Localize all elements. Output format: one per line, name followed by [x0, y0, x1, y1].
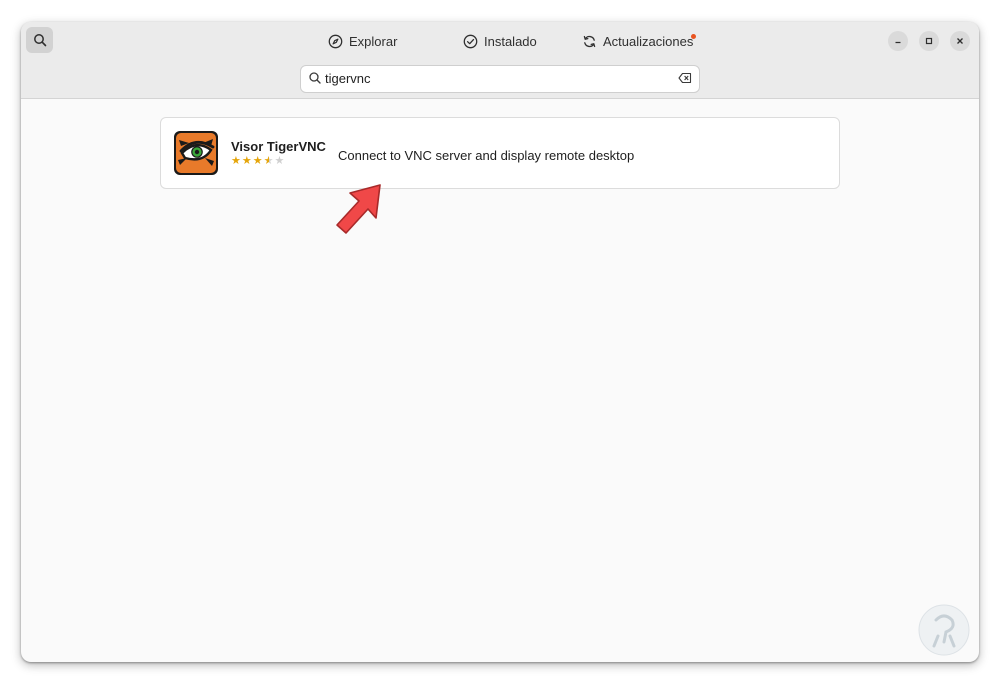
tab-instalado[interactable]: Instalado — [463, 30, 537, 52]
tab-label: Explorar — [349, 33, 398, 49]
check-circle-icon — [463, 34, 478, 49]
clear-text-icon[interactable] — [678, 72, 692, 84]
maximize-button[interactable] — [919, 31, 939, 51]
minimize-button[interactable] — [888, 31, 908, 51]
app-description: Connect to VNC server and display remote… — [338, 148, 635, 163]
tigervnc-app-icon — [174, 131, 218, 175]
pointer-arrow-icon — [336, 184, 381, 234]
close-button[interactable] — [950, 31, 970, 51]
compass-icon — [328, 34, 343, 49]
star-full-icon: ★ — [231, 155, 241, 167]
search-bar — [21, 60, 979, 99]
rating-stars: ★ ★ ★ ★ ★ — [231, 156, 284, 167]
software-window: Explorar Instalado Actualizaciones tiger… — [21, 22, 979, 662]
star-full-icon: ★ — [241, 155, 252, 167]
notification-dot — [691, 34, 696, 39]
view-switcher: Explorar Instalado Actualizaciones — [21, 22, 979, 60]
star-empty-icon: ★ — [274, 155, 285, 167]
minimize-icon — [895, 41, 901, 44]
header-bar: Explorar Instalado Actualizaciones — [21, 22, 979, 60]
close-icon — [957, 38, 963, 44]
star-full-icon: ★ — [252, 155, 263, 167]
app-name: Visor TigerVNC — [231, 139, 326, 154]
tab-label: Instalado — [484, 33, 537, 49]
result-card-tigervnc[interactable]: Visor TigerVNC ★ ★ ★ ★ ★ Connect to VNC … — [160, 117, 840, 189]
tab-label: Actualizaciones — [603, 33, 694, 49]
tab-actualizaciones[interactable]: Actualizaciones — [582, 30, 693, 52]
tab-explorar[interactable]: Explorar — [328, 30, 397, 52]
search-field[interactable] — [300, 65, 700, 93]
maximize-icon — [925, 37, 933, 45]
search-icon — [309, 72, 321, 84]
search-input[interactable] — [325, 69, 665, 87]
watermark-logo-icon — [918, 604, 970, 656]
refresh-icon — [582, 34, 597, 49]
star-half-icon: ★ — [263, 155, 274, 167]
